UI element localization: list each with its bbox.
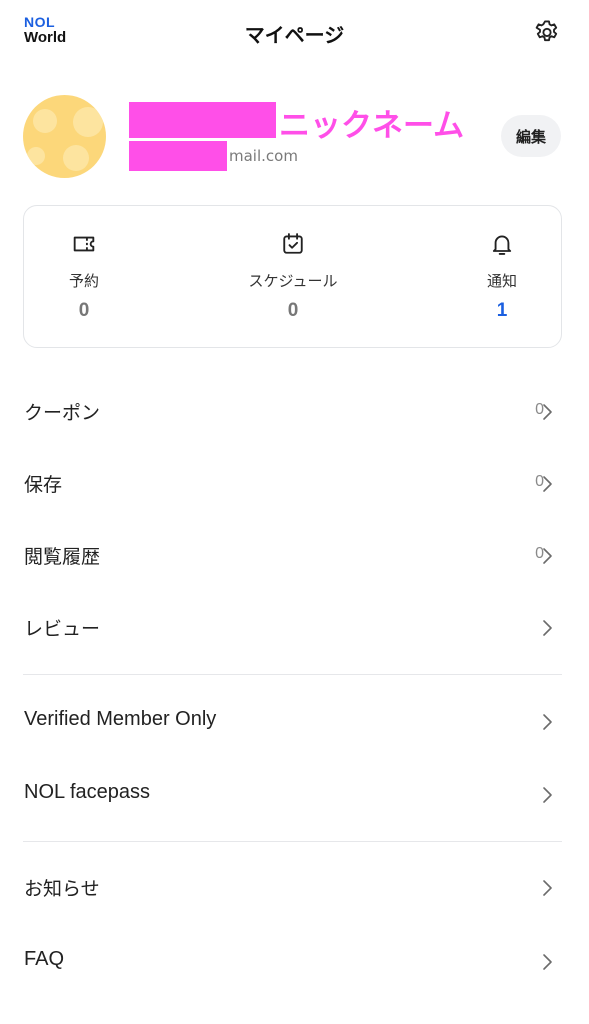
menu-label: FAQ	[24, 948, 65, 970]
header: NOL World マイページ	[0, 0, 589, 66]
stat-value: 0	[78, 300, 90, 321]
menu-label: Verified Member Only	[24, 708, 217, 730]
ticket-icon	[4, 230, 164, 258]
chevron-right-icon	[540, 953, 554, 971]
menu-item-coupon[interactable]: クーポン 0	[0, 384, 589, 440]
redacted-email	[129, 141, 227, 171]
avatar-spot	[73, 107, 103, 137]
divider	[23, 841, 562, 842]
menu-item-verified-member[interactable]: Verified Member Only	[0, 694, 589, 750]
edit-profile-button[interactable]: 編集	[501, 115, 561, 157]
menu-item-facepass[interactable]: NOL facepass	[0, 767, 589, 823]
chevron-right-icon	[540, 475, 554, 493]
stat-label: スケジュール	[248, 272, 338, 290]
chevron-right-icon	[540, 547, 554, 565]
menu-item-notices[interactable]: お知らせ	[0, 860, 589, 916]
stat-schedule[interactable]: スケジュール 0	[213, 206, 373, 347]
redacted-name	[129, 102, 276, 138]
gear-icon[interactable]	[533, 17, 561, 45]
avatar-spot	[27, 147, 45, 165]
nickname-label: ニックネーム	[279, 108, 465, 144]
menu-item-saved[interactable]: 保存 0	[0, 456, 589, 512]
stat-value: 0	[287, 300, 299, 321]
divider	[23, 674, 562, 675]
chevron-right-icon	[540, 403, 554, 421]
page-title: マイページ	[244, 23, 345, 47]
menu-item-history[interactable]: 閲覧履歴 0	[0, 528, 589, 584]
calendar-check-icon	[213, 230, 373, 258]
stats-card: 予約 0 スケジュール 0 通知 1	[23, 205, 562, 348]
stat-value: 1	[496, 300, 508, 321]
chevron-right-icon	[540, 879, 554, 897]
menu-label: 保存	[24, 474, 63, 496]
avatar-spot	[63, 145, 89, 171]
menu-label: クーポン	[24, 402, 101, 424]
email-text: mail.com	[229, 147, 298, 165]
bell-icon	[422, 230, 582, 258]
chevron-right-icon	[540, 786, 554, 804]
stat-reservations[interactable]: 予約 0	[4, 206, 164, 347]
avatar[interactable]	[23, 95, 106, 178]
menu-label: レビュー	[24, 618, 101, 640]
stat-notifications[interactable]: 通知 1	[422, 206, 582, 347]
chevron-right-icon	[540, 619, 554, 637]
chevron-right-icon	[540, 713, 554, 731]
avatar-spot	[33, 109, 57, 133]
menu-label: NOL facepass	[24, 781, 150, 803]
menu-label: 閲覧履歴	[24, 546, 101, 568]
stat-label: 通知	[486, 272, 517, 290]
stat-label: 予約	[68, 272, 99, 290]
menu-item-review[interactable]: レビュー	[0, 600, 589, 656]
menu-item-faq[interactable]: FAQ	[0, 934, 589, 990]
menu-label: お知らせ	[24, 878, 100, 900]
